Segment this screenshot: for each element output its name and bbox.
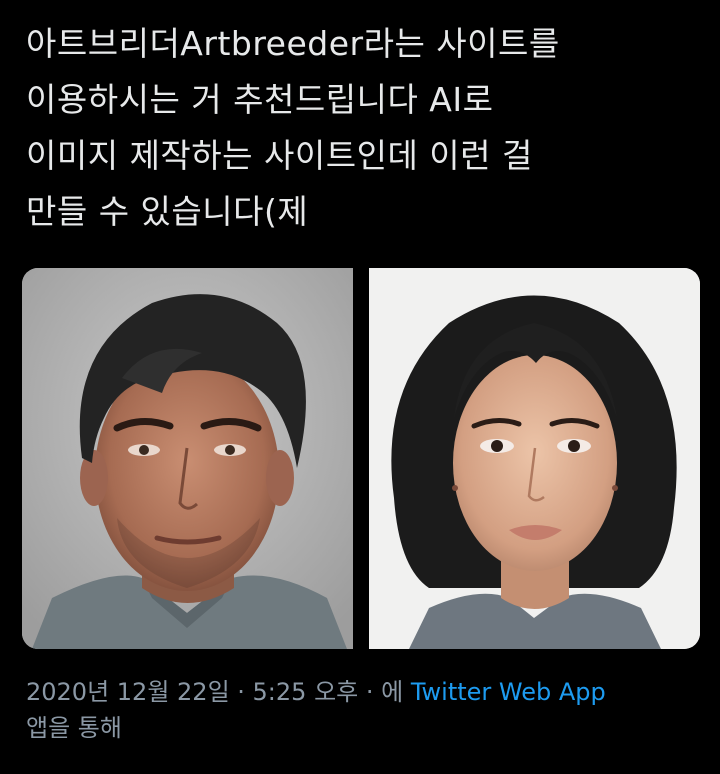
tweet-text-line: 아트브리더Artbreeder라는 사이트를 [26,24,560,63]
tweet-meta-row: 2020년 12월 22일 · 5:25 오후 · 에 Twitter Web … [26,674,706,710]
tweet-text: 아트브리더Artbreeder라는 사이트를 이용하시는 거 추천드립니다 AI… [26,16,706,240]
male-portrait-image [22,268,353,649]
tweet-meta: 2020년 12월 22일 · 5:25 오후 · 에 Twitter Web … [26,674,706,746]
tweet-text-line: 이용하시는 거 추천드립니다 AI로 [26,80,494,119]
source-suffix: 앱을 통해 [26,714,122,742]
photo-male-portrait[interactable] [22,268,353,649]
photo-female-portrait[interactable] [369,268,700,649]
tweet-timestamp[interactable]: 2020년 12월 22일 · 5:25 오후 · 에 [26,678,403,706]
female-portrait-image [369,268,700,649]
source-app-link[interactable]: Twitter Web App [411,678,606,706]
tweet-text-line: 이미지 제작하는 사이트인데 이런 걸 [26,136,533,175]
tweet-media-grid [22,268,700,649]
tweet-text-line: 만들 수 있습니다(제 [26,192,309,231]
